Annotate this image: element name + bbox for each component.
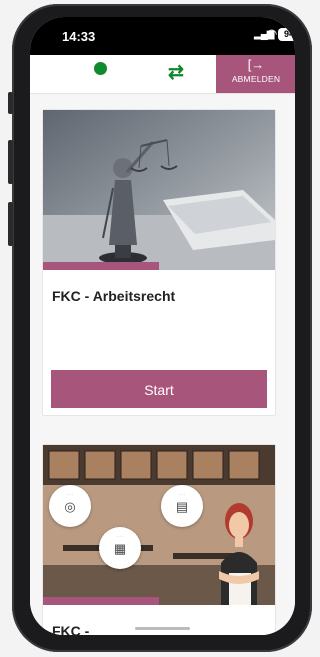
feature-bubble-1: · · · ◎: [49, 485, 91, 527]
phone-side-button-mute: [8, 92, 13, 114]
logout-label: ABMELDEN: [231, 74, 281, 84]
document-icon: ▦: [113, 541, 127, 556]
home-indicator: [135, 627, 190, 630]
phone-side-button-volume-down: [8, 202, 13, 246]
phone-side-button-volume-up: [8, 140, 13, 184]
status-bar: 14:33 ▂▄▆ ◠ 94: [30, 17, 295, 55]
timer-icon: ◎: [64, 499, 76, 514]
bubble-caption: · · ·: [116, 534, 124, 539]
connection-status-dot: [94, 62, 107, 75]
sync-icon[interactable]: ⇄: [168, 63, 184, 82]
wifi-icon: ◠: [266, 26, 278, 41]
start-button[interactable]: Start: [51, 370, 267, 408]
logout-icon: [→: [247, 57, 265, 72]
app-screen: 14:33 ▂▄▆ ◠ 94 ⇄ [→ ABMELDEN FKC - Arbei…: [30, 17, 295, 635]
course-card[interactable]: FKC - Arbeitsrecht Start: [42, 109, 276, 416]
top-navigation: ⇄ [→ ABMELDEN: [30, 55, 295, 94]
feature-bubble-2: · · · ▤: [161, 485, 203, 527]
course-image-office: · · · ◎ · · · ▤ · · · ▦: [43, 445, 275, 605]
battery-icon: 94: [278, 28, 295, 41]
course-title: FKC - Arbeitsrecht: [52, 288, 176, 304]
course-list[interactable]: FKC - Arbeitsrecht Start · · · ◎ · · · ▤…: [30, 94, 295, 635]
course-card[interactable]: · · · ◎ · · · ▤ · · · ▦ FKC -: [42, 444, 276, 635]
clipboard-icon: ▤: [175, 499, 189, 514]
course-title: FKC -: [52, 623, 90, 635]
image-accent-bar: [43, 597, 159, 605]
bubble-caption: · · ·: [66, 492, 74, 497]
feature-bubble-3: · · · ▦: [99, 527, 141, 569]
bubble-caption: · · ·: [178, 492, 186, 497]
image-accent-bar: [43, 262, 159, 270]
justitia-statue-icon: [43, 110, 275, 270]
logout-button[interactable]: [→ ABMELDEN: [216, 55, 295, 93]
course-image-justitia: [43, 110, 275, 270]
status-time: 14:33: [62, 29, 96, 44]
